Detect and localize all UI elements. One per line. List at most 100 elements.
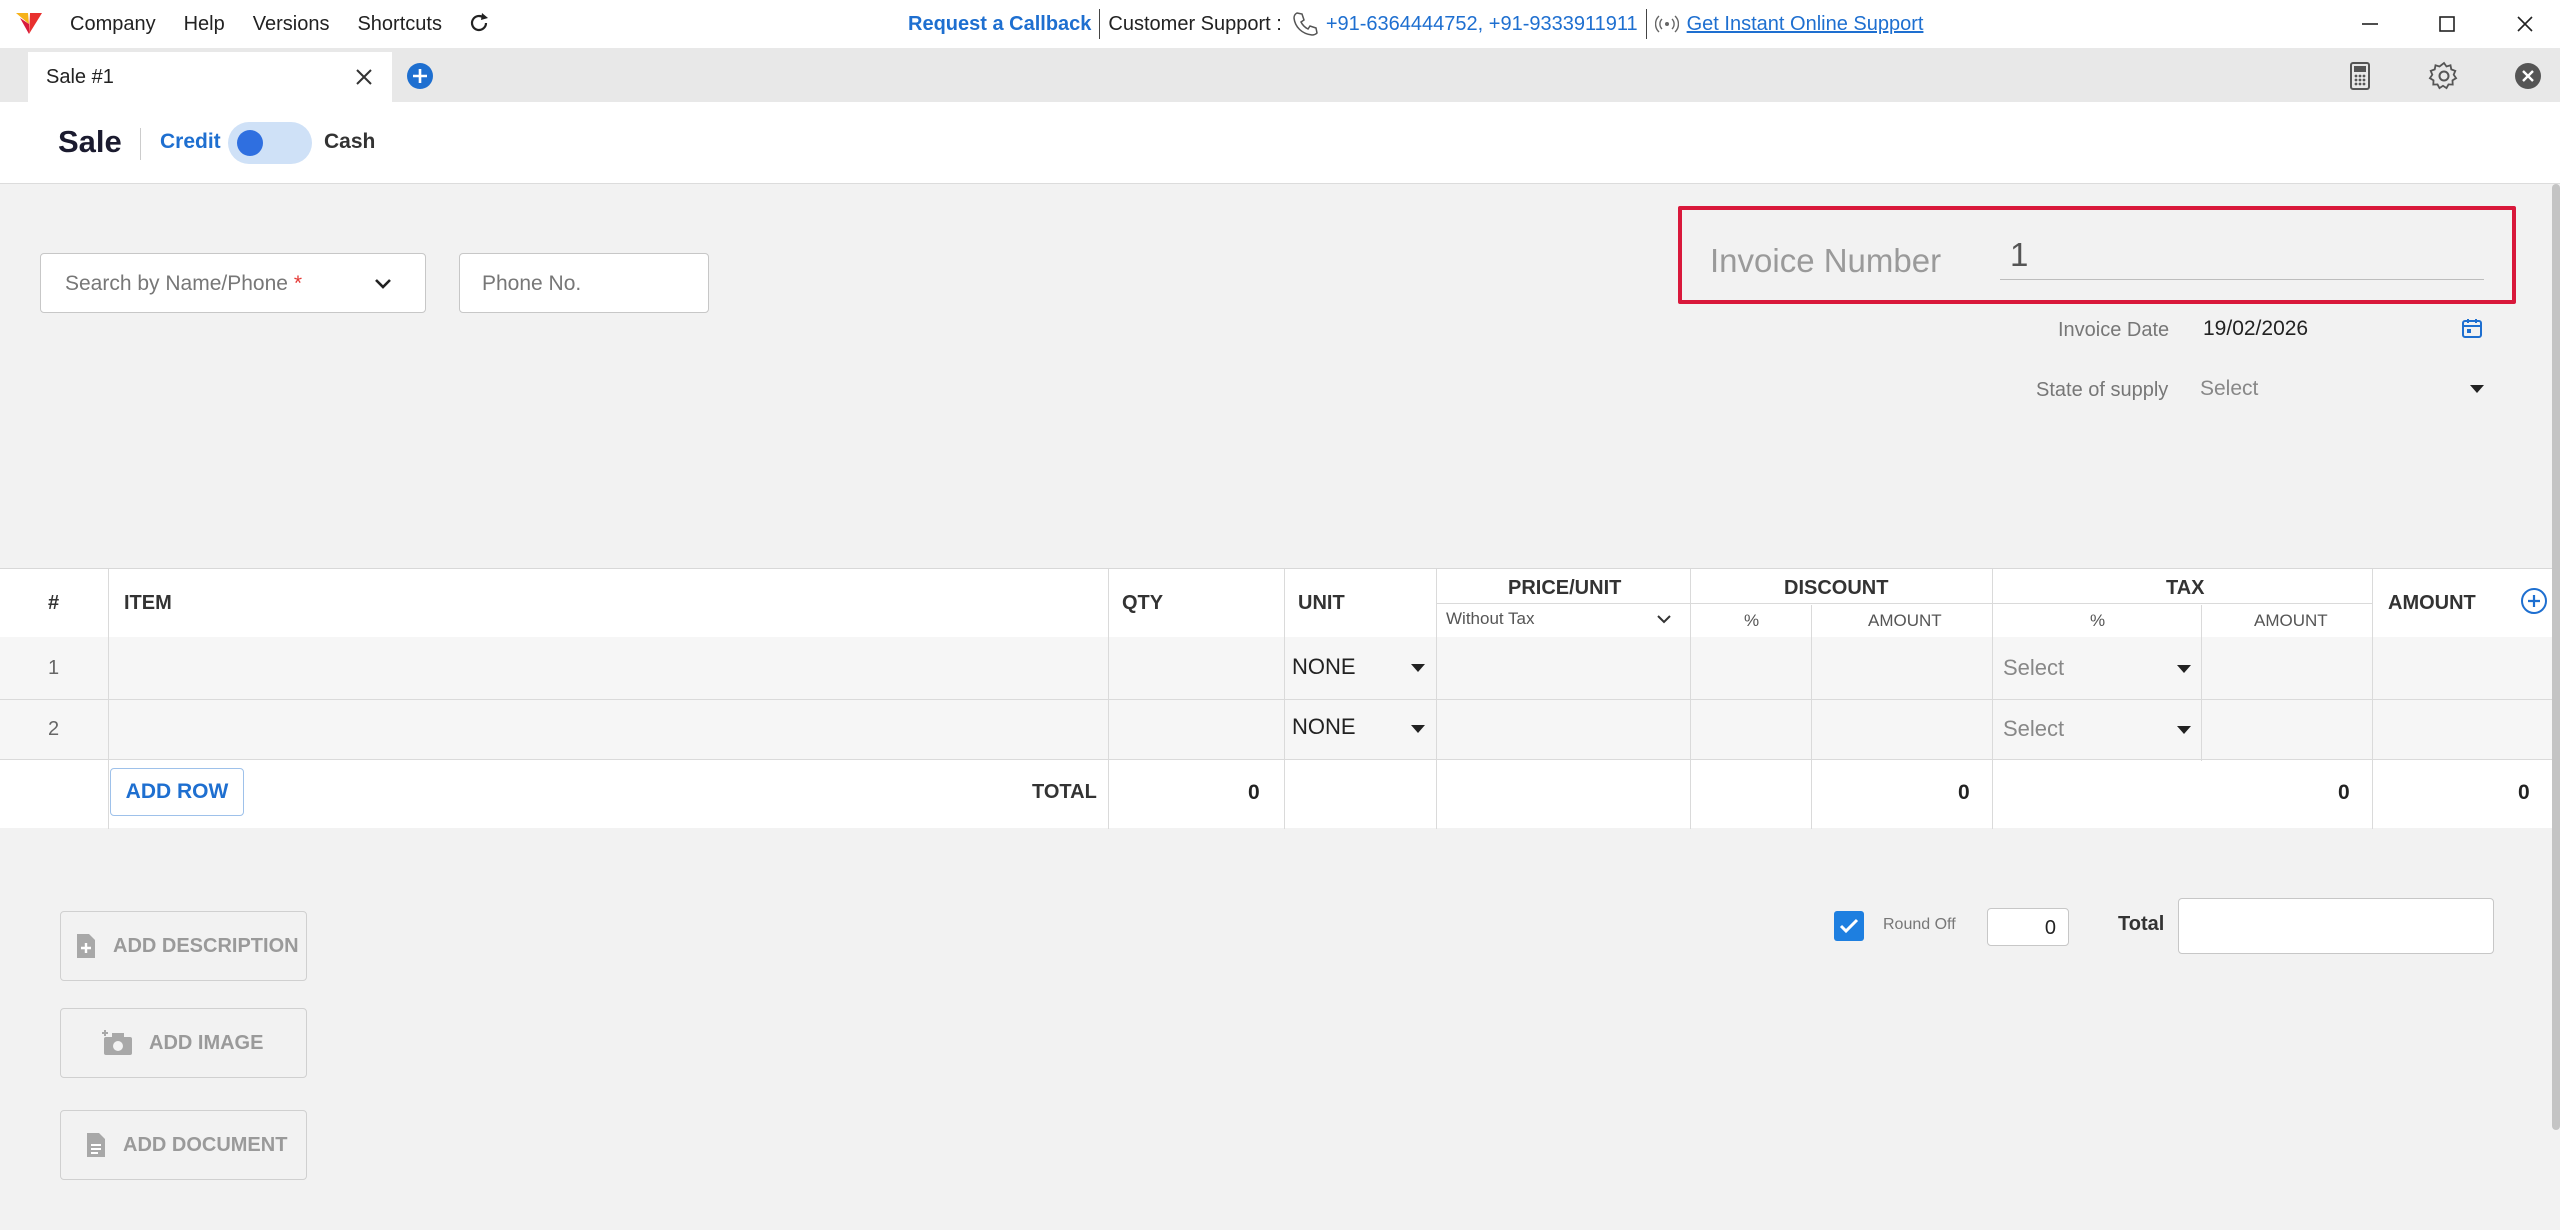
add-description-button[interactable]: ADD DESCRIPTION [60, 911, 307, 981]
col-header-tax-pct: % [2090, 611, 2106, 630]
close-form-icon[interactable] [2512, 60, 2544, 92]
add-tab-icon[interactable] [406, 62, 434, 90]
column-divider [1690, 637, 1691, 828]
col-header-unit: UNIT [1298, 592, 1345, 614]
phone-icon [1293, 12, 1318, 36]
column-divider [1284, 637, 1285, 828]
total-amount: 0 [2518, 781, 2530, 804]
col-header-amount: AMOUNT [2388, 592, 2476, 614]
invoice-date-label: Invoice Date [2058, 319, 2170, 341]
close-window-button[interactable] [2508, 8, 2542, 40]
credit-cash-toggle[interactable] [228, 122, 312, 164]
table-row[interactable]: 2 NONE Select [0, 700, 2560, 759]
state-of-supply-label: State of supply [2036, 379, 2169, 401]
vyapar-logo-icon [16, 13, 42, 34]
grand-total-input[interactable] [2178, 898, 2494, 954]
add-row-button[interactable]: ADD ROW [110, 768, 244, 816]
vertical-scrollbar[interactable] [2552, 184, 2560, 1130]
row-number: 1 [48, 657, 60, 679]
calendar-icon[interactable] [2460, 316, 2484, 340]
dropdown-arrow-icon[interactable] [2177, 665, 2191, 673]
row-number: 2 [48, 718, 60, 740]
add-image-button[interactable]: ADD IMAGE [60, 1008, 307, 1078]
col-header-tax: TAX [2166, 577, 2205, 599]
round-off-checkbox[interactable] [1834, 911, 1864, 941]
divider [1645, 9, 1647, 39]
party-search-input[interactable]: Search by Name/Phone * [40, 253, 426, 313]
close-icon [2517, 16, 2533, 32]
close-tab-icon[interactable] [352, 65, 376, 89]
document-icon [87, 1133, 105, 1157]
menu-bar: Company Help Versions Shortcuts [70, 0, 470, 48]
price-tax-mode-select[interactable]: Without Tax [1446, 609, 1535, 629]
column-divider [1992, 637, 1993, 828]
column-divider [108, 637, 109, 828]
dropdown-arrow-icon[interactable] [1411, 725, 1425, 733]
cash-label[interactable]: Cash [324, 130, 375, 154]
form-header: Sale Credit Cash [0, 102, 2560, 184]
chevron-down-icon[interactable] [371, 272, 395, 296]
total-discount: 0 [1958, 781, 1970, 804]
col-header-discount-pct: % [1744, 611, 1760, 630]
total-tax: 0 [2338, 781, 2350, 804]
column-divider [1108, 637, 1109, 828]
total-qty: 0 [1248, 781, 1260, 804]
required-mark: * [293, 272, 302, 295]
dropdown-arrow-icon[interactable] [2470, 384, 2484, 394]
divider [1099, 9, 1101, 39]
minimize-button[interactable] [2353, 8, 2387, 40]
invoice-number-input[interactable]: 1 [2000, 236, 2484, 280]
online-support-link[interactable]: Get Instant Online Support [1687, 13, 1924, 36]
toggle-knob [237, 130, 263, 156]
maximize-button[interactable] [2430, 8, 2464, 40]
tax-select[interactable]: Select [2003, 655, 2064, 681]
col-header-num: # [48, 592, 60, 614]
credit-label[interactable]: Credit [160, 130, 221, 154]
column-divider [2201, 637, 2202, 759]
invoice-number-field: Invoice Number 1 [1678, 206, 2516, 304]
round-off-input[interactable]: 0 [1987, 908, 2069, 946]
col-header-price: PRICE/UNIT [1508, 577, 1622, 599]
placeholder-text: Search by Name/Phone [65, 272, 288, 295]
chevron-down-icon[interactable] [1656, 612, 1672, 626]
menu-shortcuts[interactable]: Shortcuts [357, 13, 441, 36]
invoice-date-input[interactable]: 19/02/2026 [2203, 317, 2308, 341]
dropdown-arrow-icon[interactable] [2177, 726, 2191, 734]
column-divider [2372, 637, 2373, 828]
row-divider [0, 759, 2560, 760]
customer-support-label: Customer Support : [1108, 12, 1282, 35]
tab-label: Sale #1 [46, 65, 114, 88]
col-header-item: ITEM [124, 592, 172, 614]
party-search-placeholder: Search by Name/Phone * [65, 272, 302, 296]
add-column-icon[interactable] [2520, 587, 2548, 615]
col-header-discount: DISCOUNT [1784, 577, 1889, 599]
add-document-button[interactable]: ADD DOCUMENT [60, 1110, 307, 1180]
round-off-label: Round Off [1883, 916, 1956, 933]
total-row-label: TOTAL [1032, 781, 1097, 803]
support-bar: Request a Callback Customer Support : +9… [908, 0, 1923, 48]
col-header-discount-amount: AMOUNT [1868, 611, 1942, 630]
request-callback-link[interactable]: Request a Callback [908, 13, 1091, 36]
invoice-number-label: Invoice Number [1710, 242, 1942, 279]
calculator-icon[interactable] [2344, 60, 2376, 92]
tax-select[interactable]: Select [2003, 716, 2064, 742]
maximize-icon [2439, 16, 2455, 32]
support-phones[interactable]: +91-6364444752, +91-9333911911 [1326, 13, 1638, 36]
settings-gear-icon[interactable] [2428, 60, 2460, 92]
title-bar: Company Help Versions Shortcuts Request … [0, 0, 2560, 48]
menu-versions[interactable]: Versions [253, 13, 330, 36]
unit-select[interactable]: NONE [1292, 654, 1356, 680]
header-subdivider [1436, 603, 2372, 604]
phone-input[interactable]: Phone No. [459, 253, 709, 313]
table-row[interactable]: 1 NONE Select [0, 637, 2560, 699]
unit-select[interactable]: NONE [1292, 714, 1356, 740]
tab-sale-1[interactable]: Sale #1 [28, 52, 392, 102]
menu-help[interactable]: Help [184, 13, 225, 36]
refresh-icon[interactable] [466, 10, 492, 36]
phone-placeholder: Phone No. [482, 272, 582, 295]
dropdown-arrow-icon[interactable] [1411, 664, 1425, 672]
minimize-icon [2362, 23, 2378, 25]
state-of-supply-select[interactable]: Select [2200, 377, 2258, 401]
menu-company[interactable]: Company [70, 13, 156, 36]
column-divider [1811, 637, 1812, 759]
